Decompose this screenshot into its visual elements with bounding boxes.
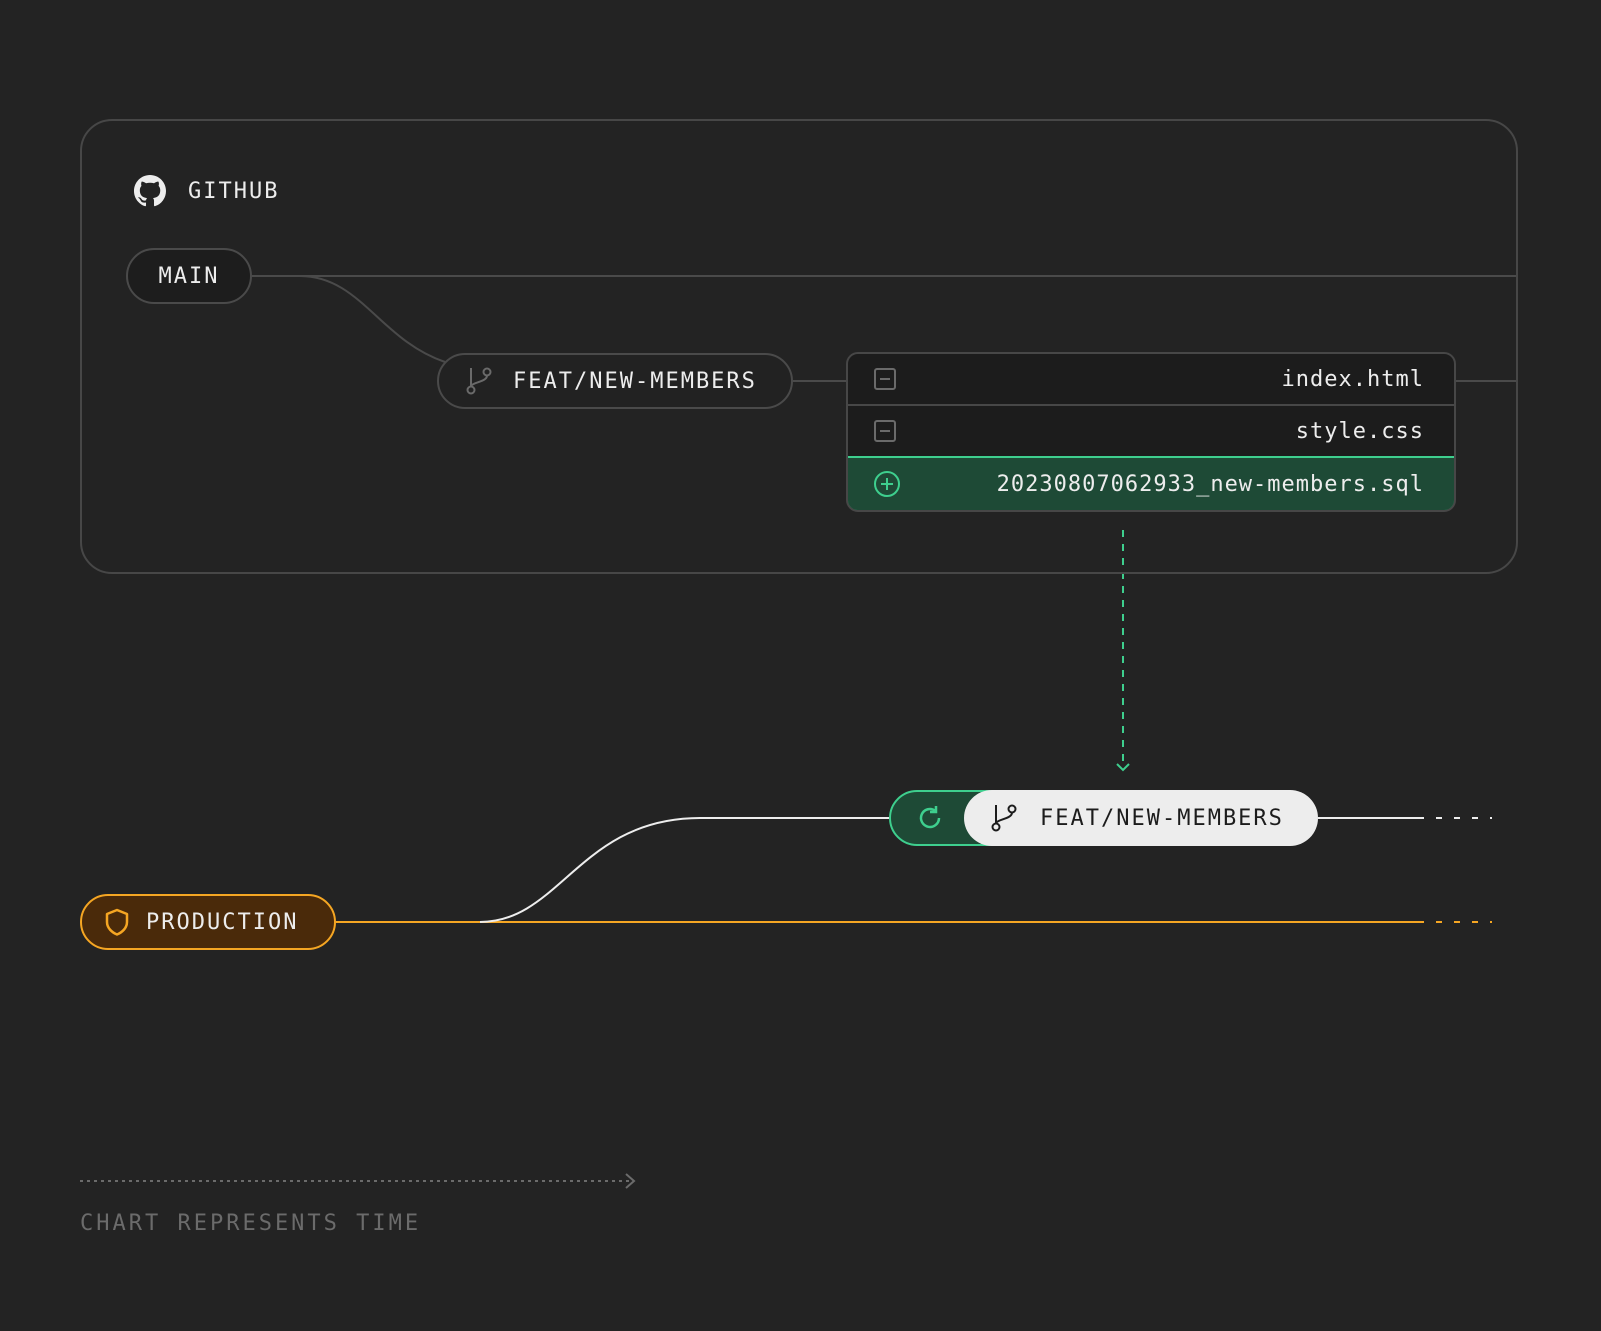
git-branch-icon — [991, 804, 1017, 832]
preview-branch-pill[interactable]: FEAT/NEW-MEMBERS — [964, 790, 1318, 846]
feature-branch-pill[interactable]: FEAT/NEW-MEMBERS — [437, 353, 793, 409]
file-row-added[interactable]: 20230807062933_new-members.sql — [848, 456, 1454, 510]
main-branch-label: MAIN — [158, 263, 220, 289]
production-label: PRODUCTION — [146, 909, 299, 935]
changed-files-list: index.html style.css 20230807062933_new-… — [846, 352, 1456, 512]
file-name: index.html — [1281, 366, 1424, 392]
file-name: style.css — [1295, 418, 1424, 444]
minus-square-icon — [874, 420, 896, 442]
plus-circle-icon — [874, 471, 900, 497]
shield-icon — [105, 908, 129, 936]
github-header: GITHUB — [134, 174, 279, 208]
main-branch-pill[interactable]: MAIN — [126, 248, 252, 304]
git-branch-icon — [466, 367, 492, 395]
feature-branch-label: FEAT/NEW-MEMBERS — [513, 368, 757, 394]
file-row[interactable]: style.css — [848, 406, 1454, 458]
time-axis-label: CHART REPRESENTS TIME — [80, 1211, 422, 1236]
file-row[interactable]: index.html — [848, 354, 1454, 406]
refresh-icon — [919, 806, 941, 829]
preview-branch-label: FEAT/NEW-MEMBERS — [1040, 805, 1284, 831]
minus-square-icon — [874, 368, 896, 390]
file-name: 20230807062933_new-members.sql — [996, 471, 1424, 497]
github-icon — [134, 175, 166, 207]
github-title: GITHUB — [188, 178, 280, 204]
production-pill[interactable]: PRODUCTION — [80, 894, 336, 950]
